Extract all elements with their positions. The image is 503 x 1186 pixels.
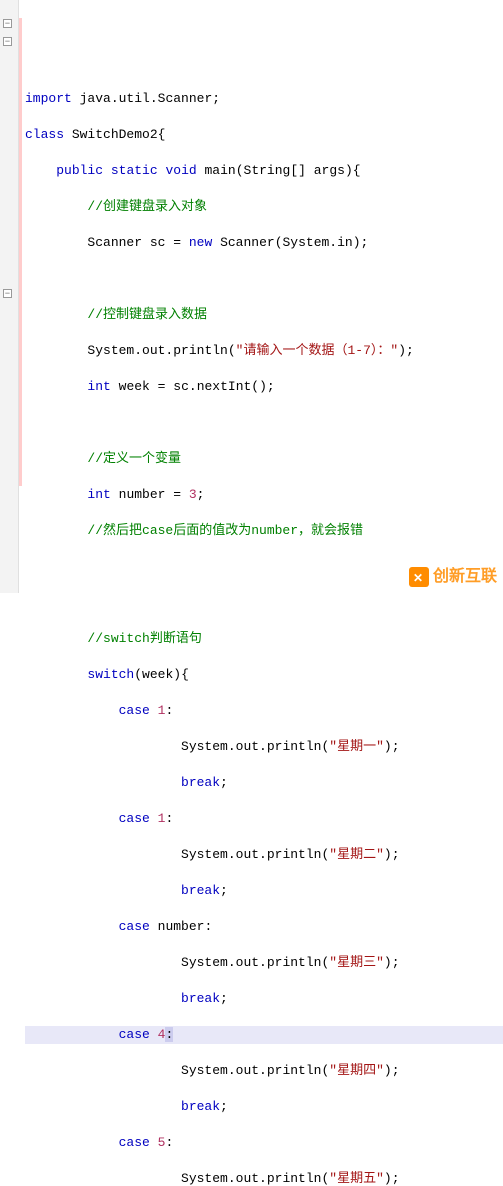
code-line: switch(week){ (25, 666, 503, 684)
code-line: break; (25, 882, 503, 900)
code-line: case 1: (25, 702, 503, 720)
code-editor: − − − import java.util.Scanner; class Sw… (0, 0, 503, 593)
code-line: //创建键盘录入对象 (25, 198, 503, 216)
code-line: //然后把case后面的值改为number，就会报错 (25, 522, 503, 540)
code-line: import java.util.Scanner; (25, 90, 503, 108)
code-line (25, 558, 503, 576)
code-line: System.out.println("星期五"); (25, 1170, 503, 1186)
code-line: System.out.println("星期三"); (25, 954, 503, 972)
code-line: System.out.println("星期二"); (25, 846, 503, 864)
code-line: System.out.println("星期四"); (25, 1062, 503, 1080)
code-line: case 1: (25, 810, 503, 828)
code-line (25, 594, 503, 612)
change-marker (19, 18, 22, 486)
fold-icon[interactable]: − (3, 19, 12, 28)
code-line: int number = 3; (25, 486, 503, 504)
code-line: System.out.println("星期一"); (25, 738, 503, 756)
code-line: break; (25, 1098, 503, 1116)
code-line: break; (25, 990, 503, 1008)
gutter: − − − (0, 0, 19, 593)
code-line: Scanner sc = new Scanner(System.in); (25, 234, 503, 252)
code-line: public static void main(String[] args){ (25, 162, 503, 180)
code-line: //控制键盘录入数据 (25, 306, 503, 324)
code-line: //定义一个变量 (25, 450, 503, 468)
code-line (25, 414, 503, 432)
code-line: case 5: (25, 1134, 503, 1152)
fold-icon[interactable]: − (3, 289, 12, 298)
code-line: case number: (25, 918, 503, 936)
code-line-current: case 4: (25, 1026, 503, 1044)
code-area[interactable]: import java.util.Scanner; class SwitchDe… (19, 0, 503, 593)
code-line: int week = sc.nextInt(); (25, 378, 503, 396)
code-line: //switch判断语句 (25, 630, 503, 648)
code-line: class SwitchDemo2{ (25, 126, 503, 144)
code-line: System.out.println("请输入一个数据（1-7）："); (25, 342, 503, 360)
code-line: break; (25, 774, 503, 792)
fold-icon[interactable]: − (3, 37, 12, 46)
code-line (25, 270, 503, 288)
